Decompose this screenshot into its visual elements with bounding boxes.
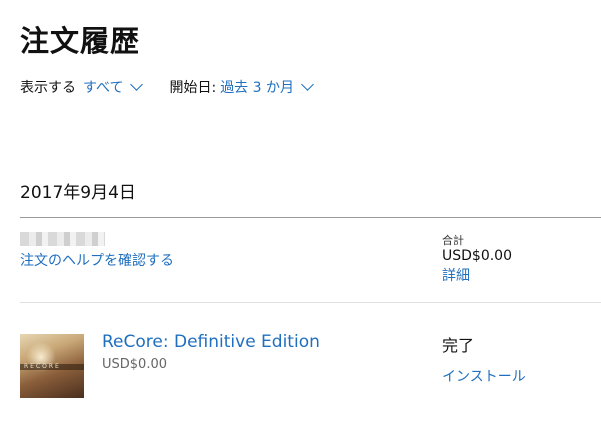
chevron-down-icon [130,78,144,91]
chevron-down-icon [301,78,314,91]
order-date: 2017年9月4日 [20,183,136,203]
total-value: USD$0.00 [442,248,512,264]
total-label: 合計 [442,234,464,247]
show-filter-value: すべて [83,80,124,96]
page-title: 注文履歴 [20,24,141,58]
divider [20,217,601,218]
divider [20,302,601,303]
filter-bar: 表示する すべて 開始日: 過去 3 か月 [20,77,314,97]
details-link[interactable]: 詳細 [442,265,470,285]
product-price: USD$0.00 [102,357,167,372]
product-name-link[interactable]: ReCore: Definitive Edition [102,332,320,352]
order-status: 完了 [442,336,475,355]
show-filter-label: 表示する [20,80,76,96]
thumbnail-logo: RECORE [24,363,61,370]
start-date-value: 過去 3 か月 [220,80,294,96]
install-link[interactable]: インストール [442,366,526,386]
start-date-label: 開始日: [169,80,217,96]
order-id-redacted [20,232,105,246]
start-date-dropdown[interactable]: 過去 3 か月 [220,77,314,97]
show-filter-dropdown[interactable]: すべて [83,77,144,97]
order-help-link[interactable]: 注文のヘルプを確認する [20,250,174,270]
product-thumbnail[interactable]: RECORE [20,334,84,398]
